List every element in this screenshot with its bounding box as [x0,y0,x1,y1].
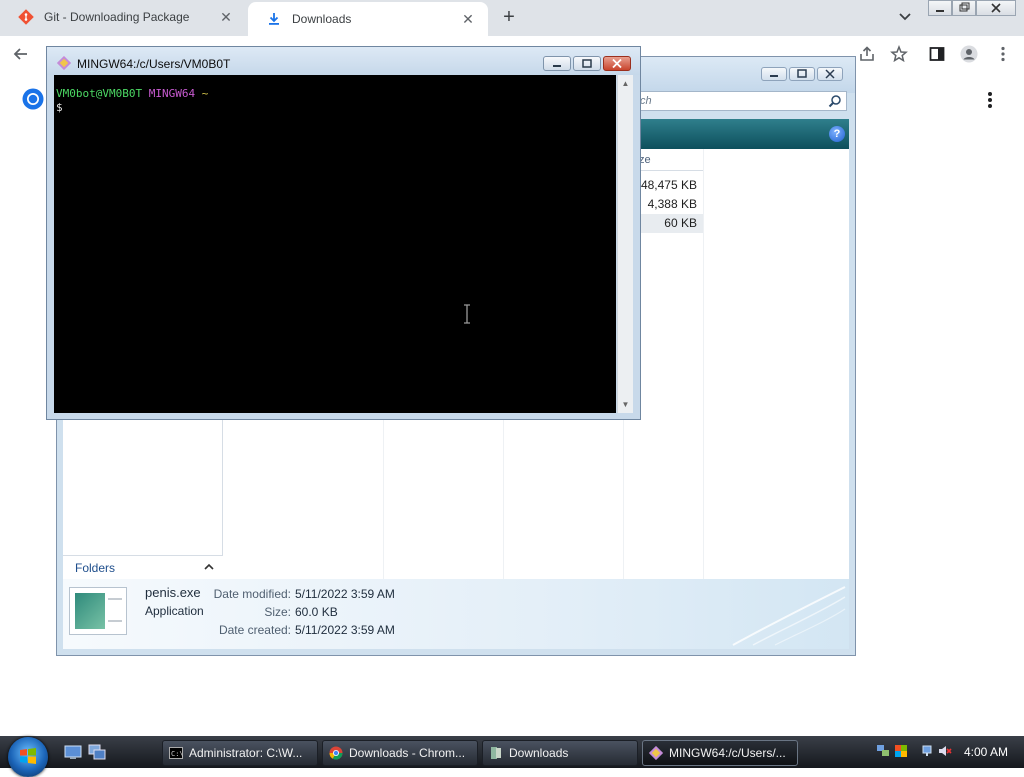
tab-close-icon[interactable]: ✕ [460,11,476,27]
tab-title: Downloads [292,12,352,26]
taskbar-button-mingw64[interactable]: MINGW64:/c/Users/... [642,740,798,766]
tab-git-downloading[interactable]: Git - Downloading Package ✕ [0,0,246,34]
date-modified-label: Date modified: [213,587,291,601]
file-size-cell[interactable]: 4,388 KB [639,195,703,214]
column-divider [703,149,704,579]
network-computers-icon[interactable] [876,744,890,758]
file-thumbnail [69,587,127,635]
terminal-scrollbar[interactable]: ▲ ▼ [617,75,633,413]
application-icon [75,593,105,629]
taskbar-button-label: Downloads - Chrom... [349,746,466,760]
tab-downloads[interactable]: Downloads ✕ [248,2,488,36]
page-menu-kebab-icon[interactable] [982,90,998,110]
menu-kebab-icon[interactable] [994,45,1012,63]
mingw64-window[interactable]: MINGW64:/c/Users/VM0B0T VM0bot@VM0B0T MI… [46,46,641,420]
help-icon[interactable]: ? [829,126,845,142]
taskbar-button-label: MINGW64:/c/Users/... [669,746,786,760]
explorer-close-button[interactable] [817,67,843,81]
network-status-icon[interactable] [922,744,936,758]
chevron-up-icon [204,563,214,570]
show-desktop-icon[interactable] [64,744,82,760]
size-column-header[interactable]: ze [639,149,703,171]
terminal-output[interactable]: VM0bot@VM0B0T MINGW64 ~ $ [54,75,616,413]
scroll-down-icon[interactable]: ▼ [621,400,630,409]
search-icon[interactable] [828,94,842,108]
document-lines-icon [108,598,122,622]
explorer-minimize-button[interactable] [761,67,787,81]
file-size-cell-selected[interactable]: 60 KB [639,214,703,233]
profile-avatar-icon[interactable] [960,45,978,63]
side-panel-icon[interactable] [928,45,946,63]
minimize-icon [553,65,561,67]
start-button[interactable] [8,737,48,777]
date-created-label: Date created: [218,623,291,637]
details-pane: penis.exe Application Date modified: 5/1… [63,579,849,649]
restore-icon [959,2,970,12]
folder-icon [491,747,501,759]
file-size-cell[interactable]: 48,475 KB [639,176,703,195]
mingw64-titlebar[interactable]: MINGW64:/c/Users/VM0B0T [47,47,640,75]
chrome-logo-icon [22,88,44,110]
close-icon [612,58,622,69]
mingw64-close-button[interactable] [603,56,631,71]
close-icon [825,69,835,79]
prompt-symbol: $ [56,101,63,114]
svg-text:C:\: C:\ [171,750,183,758]
git-icon [18,9,34,25]
chevron-down-icon[interactable] [896,8,914,26]
date-modified-value: 5/11/2022 3:59 AM [295,587,395,601]
taskbar-button-label: Administrator: C:\W... [189,746,303,760]
date-created-value: 5/11/2022 3:59 AM [295,623,395,637]
back-arrow-icon[interactable] [12,45,30,63]
decorative-swoosh [732,586,846,646]
windows-logo-icon [20,748,36,764]
taskbar-button-chrome[interactable]: Downloads - Chrom... [322,740,478,766]
close-window-button[interactable] [976,0,1016,16]
bookmark-star-icon[interactable] [890,45,908,63]
prompt-user: VM0bot@VM0B0T [56,87,143,100]
prompt-path: ~ [201,87,209,100]
cmd-icon: C:\ [169,747,183,759]
explorer-search-input[interactable]: ch [617,91,847,111]
mingw64-maximize-button[interactable] [573,56,601,71]
volume-muted-icon[interactable] [938,744,952,758]
share-icon[interactable] [858,45,876,63]
close-icon [991,3,1001,13]
security-shield-icon[interactable] [894,744,908,758]
switch-windows-icon[interactable] [88,744,106,760]
mingw64-window-title: MINGW64:/c/Users/VM0B0T [77,57,231,71]
download-icon [269,13,279,25]
clock[interactable]: 4:00 AM [964,745,1008,759]
git-bash-icon [57,56,71,70]
search-placeholder: ch [640,95,652,107]
input-line[interactable]: $ [56,101,614,115]
taskbar-button-downloads[interactable]: Downloads [482,740,638,766]
scroll-up-icon[interactable]: ▲ [621,79,630,88]
tab-title: Git - Downloading Package [44,10,190,24]
minimize-icon [936,10,944,12]
mingw64-minimize-button[interactable] [543,56,571,71]
text-cursor-icon [464,304,470,324]
minimize-button[interactable] [928,0,952,16]
taskbar-button-cmd[interactable]: C:\ Administrator: C:\W... [162,740,318,766]
git-bash-icon [649,746,663,760]
prompt-host: MINGW64 [148,87,196,100]
chrome-icon [329,746,343,760]
new-tab-button[interactable]: + [498,6,520,28]
maximize-icon [582,59,592,68]
restore-button[interactable] [952,0,976,16]
taskbar-button-label: Downloads [509,746,569,760]
explorer-maximize-button[interactable] [789,67,815,81]
size-label: Size: [264,605,291,619]
prompt-line: VM0bot@VM0B0T MINGW64 ~ [56,87,614,101]
minimize-icon [770,75,778,77]
size-value: 60.0 KB [295,605,338,619]
system-tray: 4:00 AM [872,737,1024,768]
folders-toggle[interactable]: Folders [63,555,223,579]
folders-label: Folders [75,561,116,575]
browser-tabstrip: Git - Downloading Package ✕ Downloads ✕ … [0,0,1024,36]
tab-close-icon[interactable]: ✕ [218,9,234,25]
maximize-icon [797,69,807,78]
